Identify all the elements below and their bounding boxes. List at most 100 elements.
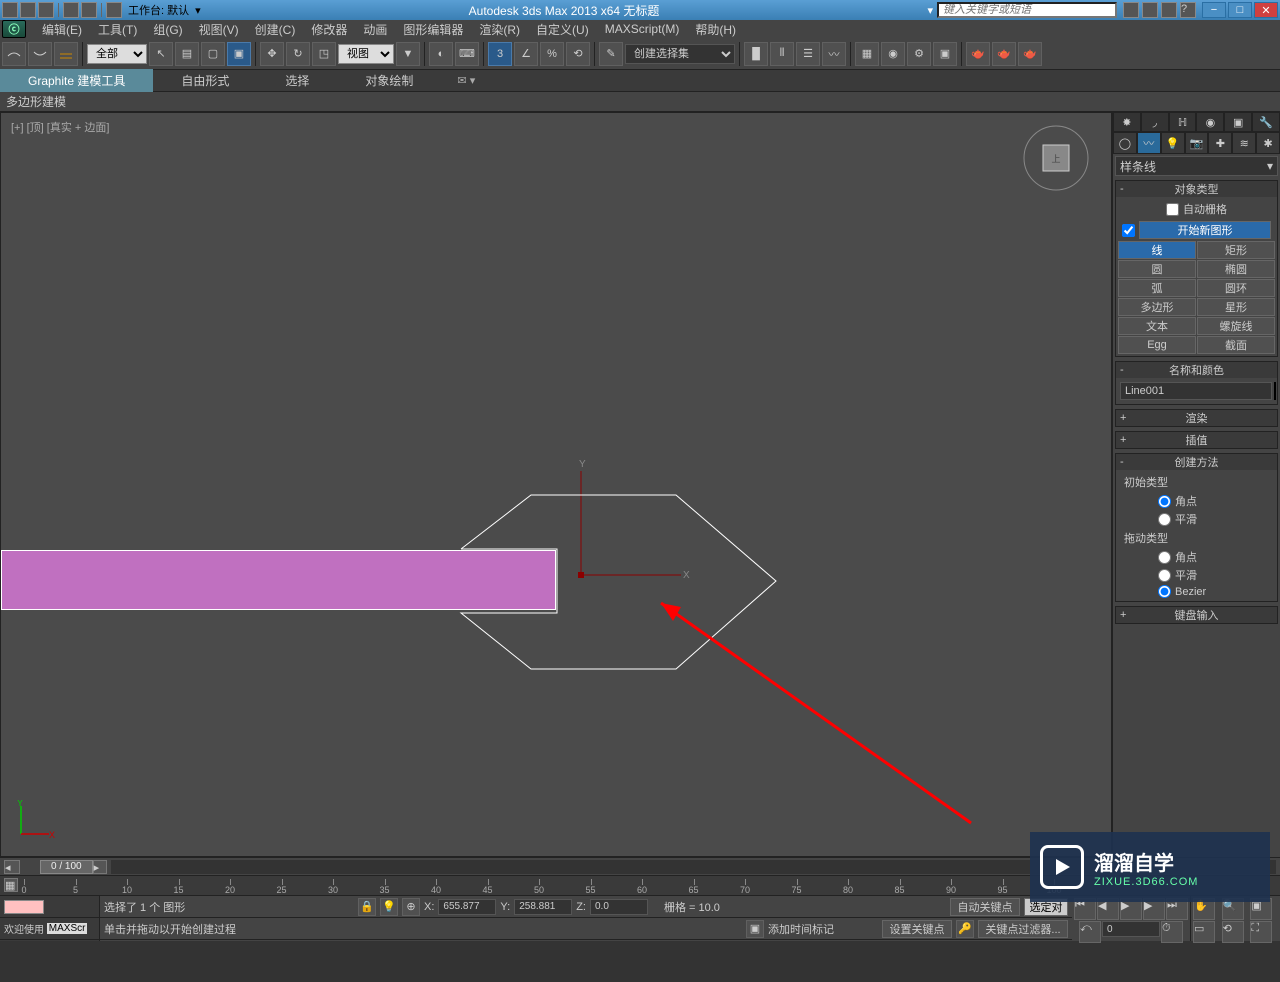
menu-customize[interactable]: 自定义(U) (528, 19, 597, 40)
new-icon[interactable] (2, 2, 18, 18)
newshape-button[interactable]: 开始新图形 (1139, 221, 1271, 239)
cat-geometry-icon[interactable]: ◯ (1113, 132, 1137, 154)
coord-y-input[interactable]: 258.881 (514, 899, 572, 915)
color-swatch[interactable] (1274, 382, 1276, 400)
menu-help[interactable]: 帮助(H) (687, 19, 744, 40)
maximize-button[interactable]: □ (1228, 2, 1252, 18)
maxscript-mini-icon[interactable] (4, 900, 44, 914)
search-input[interactable] (937, 2, 1117, 18)
select-manipulate-icon[interactable]: ◐ (429, 42, 453, 66)
btn-arc[interactable]: 弧 (1118, 279, 1196, 297)
close-button[interactable]: ✕ (1254, 2, 1278, 18)
object-name-input[interactable] (1120, 382, 1272, 400)
coord-x-input[interactable]: 655.877 (438, 899, 496, 915)
cat-spacewarps-icon[interactable]: ≋ (1232, 132, 1256, 154)
spline-object[interactable] (1, 550, 556, 610)
tab-motion-icon[interactable]: ◉ (1196, 112, 1224, 132)
select-region-icon[interactable]: ▢ (201, 42, 225, 66)
btn-rectangle[interactable]: 矩形 (1197, 241, 1275, 259)
render-frame-icon[interactable]: ▣ (933, 42, 957, 66)
menu-modifiers[interactable]: 修改器 (303, 19, 355, 40)
edit-selection-set-icon[interactable]: ✎ (599, 42, 623, 66)
selection-filter-dropdown[interactable]: 全部 (87, 44, 147, 64)
btn-text[interactable]: 文本 (1118, 317, 1196, 335)
bind-tool-icon[interactable] (54, 42, 78, 66)
material-editor-icon[interactable]: ◉ (881, 42, 905, 66)
scale-tool-icon[interactable]: ◳ (312, 42, 336, 66)
refcoord-dropdown[interactable]: 视图 (338, 44, 394, 64)
time-config-button-icon[interactable]: ⏱ (1161, 921, 1183, 943)
coord-display-icon[interactable]: ⊕ (402, 898, 420, 916)
menu-edit[interactable]: 编辑(E) (34, 19, 90, 40)
ribbon-tab-freeform[interactable]: 自由形式 (153, 69, 257, 92)
rollout-header-render[interactable]: +渲染 (1116, 410, 1277, 426)
rollout-header-interp[interactable]: +插值 (1116, 432, 1277, 448)
radio-init-corner[interactable] (1158, 495, 1171, 508)
time-config-icon[interactable]: ◂ (4, 860, 20, 874)
help-icon[interactable]: ? (1180, 2, 1196, 18)
viewport[interactable]: [+] [顶] [真实 + 边面] 上 Y X Y (0, 112, 1112, 857)
menu-group[interactable]: 组(G) (145, 19, 190, 40)
autogrid-checkbox[interactable] (1166, 203, 1179, 216)
ribbon-panel-label[interactable]: 多边形建模 (6, 93, 66, 110)
menu-rendering[interactable]: 渲染(R) (471, 19, 528, 40)
radio-drag-smooth[interactable] (1158, 569, 1171, 582)
percent-snap-icon[interactable]: % (540, 42, 564, 66)
radio-init-smooth[interactable] (1158, 513, 1171, 526)
rollout-header[interactable]: -对象类型 (1116, 181, 1277, 197)
maximize-viewport-icon[interactable]: ⛶ (1250, 921, 1272, 943)
ribbon-tab-selection[interactable]: 选择 (257, 69, 337, 92)
radio-drag-corner[interactable] (1158, 551, 1171, 564)
window-crossing-icon[interactable]: ▣ (227, 42, 251, 66)
rotate-tool-icon[interactable]: ↻ (286, 42, 310, 66)
keyboard-shortcut-icon[interactable]: ⌨ (455, 42, 479, 66)
help-icon-1[interactable] (1123, 2, 1139, 18)
current-frame-input[interactable]: 0 (1102, 921, 1160, 937)
spinner-snap-icon[interactable]: ⟲ (566, 42, 590, 66)
save-icon[interactable] (38, 2, 54, 18)
btn-ellipse[interactable]: 椭圆 (1197, 260, 1275, 278)
orbit-icon[interactable]: ⟲ (1222, 921, 1244, 943)
menu-maxscript[interactable]: MAXScript(M) (597, 20, 688, 38)
isolate-icon[interactable]: 💡 (380, 898, 398, 916)
layers-icon[interactable]: ☰ (796, 42, 820, 66)
align-icon[interactable]: ⫴ (770, 42, 794, 66)
radio-drag-bezier[interactable] (1158, 585, 1171, 598)
render-setup-icon[interactable]: ⚙ (907, 42, 931, 66)
select-tool-icon[interactable]: ↖ (149, 42, 173, 66)
render-iter-icon[interactable]: 🫖 (992, 42, 1016, 66)
schematic-view-icon[interactable]: ▦ (855, 42, 879, 66)
workspace-label[interactable]: 工作台: 默认 (124, 2, 193, 18)
tab-modify-icon[interactable]: ◞ (1141, 112, 1169, 132)
timetag-icon[interactable]: ▣ (746, 920, 764, 938)
mirror-icon[interactable]: ▐▌ (744, 42, 768, 66)
rollout-header-namecolor[interactable]: -名称和颜色 (1116, 362, 1277, 378)
btn-helix[interactable]: 螺旋线 (1197, 317, 1275, 335)
redo-icon[interactable] (81, 2, 97, 18)
rollout-header-creation[interactable]: -创建方法 (1116, 454, 1277, 470)
btn-star[interactable]: 星形 (1197, 298, 1275, 316)
cat-lights-icon[interactable]: 💡 (1161, 132, 1185, 154)
link-tool-icon[interactable] (2, 42, 26, 66)
menu-animation[interactable]: 动画 (355, 19, 395, 40)
tab-hierarchy-icon[interactable]: ℍ (1169, 112, 1197, 132)
autokey-button[interactable]: 自动关键点 (950, 898, 1020, 916)
named-selection-dropdown[interactable]: 创建选择集 (625, 44, 735, 64)
time-next-icon[interactable]: ▸ (93, 860, 107, 874)
time-slider[interactable]: 0 / 100 (40, 860, 93, 874)
newshape-checkbox[interactable] (1122, 224, 1135, 237)
angle-snap-icon[interactable]: ∠ (514, 42, 538, 66)
help-icon-2[interactable] (1142, 2, 1158, 18)
btn-ngon[interactable]: 多边形 (1118, 298, 1196, 316)
select-name-icon[interactable]: ▤ (175, 42, 199, 66)
star-icon[interactable] (1161, 2, 1177, 18)
ribbon-tab-objectpaint[interactable]: 对象绘制 (337, 69, 441, 92)
undo-icon[interactable] (63, 2, 79, 18)
curve-editor-icon[interactable]: 〰 (822, 42, 846, 66)
btn-line[interactable]: 线 (1118, 241, 1196, 259)
rollout-header-keyboard[interactable]: +键盘输入 (1116, 607, 1277, 623)
tab-create-icon[interactable]: ✸ (1113, 112, 1141, 132)
ribbon-tab-graphite[interactable]: Graphite 建模工具 (0, 69, 153, 92)
render-prod-icon[interactable]: 🫖 (966, 42, 990, 66)
unlink-tool-icon[interactable] (28, 42, 52, 66)
